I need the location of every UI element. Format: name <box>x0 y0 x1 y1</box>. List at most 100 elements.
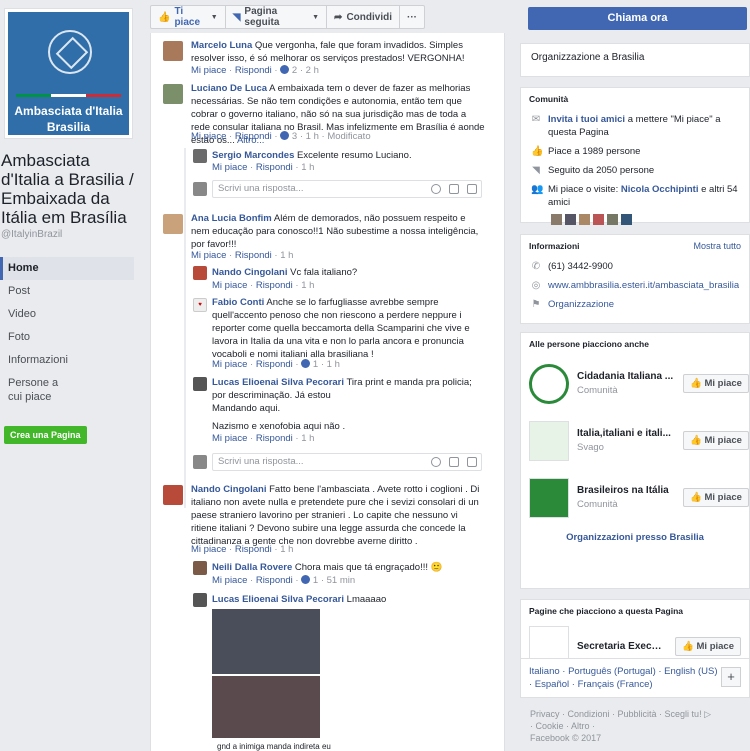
avatar[interactable] <box>163 41 183 61</box>
like-page-button[interactable]: 👍 Mi piace <box>683 488 749 507</box>
organizations-link[interactable]: Organizzazioni presso Brasilia <box>521 526 749 543</box>
reply-link[interactable]: Rispondi <box>235 250 272 261</box>
comment-author[interactable]: Marcelo Luna <box>191 40 252 51</box>
emoji-icon[interactable] <box>431 184 441 194</box>
avatar[interactable] <box>163 84 183 104</box>
like-comment-link[interactable]: Mi piace <box>212 162 247 173</box>
reply-link[interactable]: Rispondi <box>256 433 293 444</box>
italian-flag-stripe <box>16 94 121 97</box>
avatar[interactable] <box>163 485 183 505</box>
reply-input[interactable]: Scrivi una risposta... <box>212 180 482 198</box>
avatar[interactable] <box>193 377 207 391</box>
reply-link[interactable]: Rispondi <box>256 359 293 370</box>
comment-body: Nando Cingolani Vc fala italiano? <box>212 266 482 279</box>
comment-author[interactable]: Ana Lucia Bonfim <box>191 213 272 224</box>
reply-link[interactable]: Rispondi <box>235 131 272 142</box>
more-options-button[interactable]: ··· <box>400 6 424 28</box>
reply-link[interactable]: Rispondi <box>256 162 293 173</box>
comment-text-line: Nazismo e xenofobia aqui não . <box>212 421 346 432</box>
friend-link[interactable]: Nicola Occhipinti <box>621 184 699 195</box>
create-page-button[interactable]: Crea una Pagina <box>4 426 87 444</box>
comment-author[interactable]: Nando Cingolani <box>191 484 266 495</box>
follow-page-button[interactable]: ◥ Pagina seguita ▼ <box>226 6 328 28</box>
camera-icon[interactable] <box>449 457 459 467</box>
suggested-page-name[interactable]: Cidadania Italiana ... <box>577 371 675 382</box>
sticker-icon[interactable] <box>467 457 477 467</box>
like-comment-link[interactable]: Mi piace <box>212 575 247 586</box>
comment-author[interactable]: Sergio Marcondes <box>212 150 294 161</box>
like-comment-link[interactable]: Mi piace <box>191 131 226 142</box>
reply-link[interactable]: Rispondi <box>256 280 293 291</box>
thumbs-up-icon: 👍 <box>158 11 171 23</box>
language-links[interactable]: Italiano · Português (Portugal) · Englis… <box>529 665 741 678</box>
category-link[interactable]: Organizzazione <box>548 298 614 311</box>
footer-links[interactable]: Privacy · Condizioni · Pubblicità · Sceg… <box>530 708 745 720</box>
nav-video[interactable]: Video <box>0 303 134 326</box>
page-thumbnail[interactable] <box>529 477 569 518</box>
language-links-2[interactable]: · Español · Français (France) <box>529 678 741 691</box>
comment-text: Chora mais que tá engraçado!!! 🙂 <box>294 562 443 573</box>
liked-page-name[interactable]: Secretaria Executi... <box>577 641 667 652</box>
page-handle[interactable]: @ItalyinBrazil <box>1 229 62 240</box>
emoji-icon[interactable] <box>431 457 441 467</box>
page-profile-picture[interactable]: Ambasciata d'Italia Brasilia <box>4 8 133 139</box>
like-page-button[interactable]: 👍 Mi piace <box>683 374 749 393</box>
avatar[interactable] <box>193 593 207 607</box>
comment-author[interactable]: Luciano De Luca <box>191 83 267 94</box>
page-title: Ambasciata d'Italia a Brasilia / Embaixa… <box>1 151 134 227</box>
nav-post[interactable]: Post <box>0 280 134 303</box>
comment-body: Lucas Elioenai Silva Pecorari Tira print… <box>212 376 474 402</box>
suggested-page-name[interactable]: Brasileiros na Itália <box>577 485 675 496</box>
suggested-page-name[interactable]: Italia,italiani e itali... <box>577 428 675 439</box>
footer-links-2[interactable]: · Cookie · Altro · <box>530 720 745 732</box>
like-comment-link[interactable]: Mi piace <box>191 544 226 555</box>
comment-author[interactable]: Fabio Conti <box>212 297 264 308</box>
avatar[interactable] <box>163 214 183 234</box>
comment-author[interactable]: Lucas Elioenai Silva Pecorari <box>212 594 344 605</box>
camera-icon[interactable] <box>449 184 459 194</box>
like-comment-link[interactable]: Mi piace <box>212 433 247 444</box>
show-all-link[interactable]: Mostra tutto <box>693 241 741 251</box>
website-link[interactable]: www.ambbrasilia.esteri.it/ambasciata_bra… <box>548 279 739 292</box>
comment-actions: Mi piace · Rispondi · 1 h <box>212 162 315 173</box>
thumbs-up-icon: 👍 <box>690 492 702 503</box>
avatar[interactable] <box>193 149 207 163</box>
comment-author[interactable]: Lucas Elioenai Silva Pecorari <box>212 377 344 388</box>
like-comment-link[interactable]: Mi piace <box>191 250 226 261</box>
reply-link[interactable]: Rispondi <box>235 65 272 76</box>
like-page-button[interactable]: 👍 Mi piace <box>675 636 741 656</box>
caret-down-icon: ▼ <box>312 13 320 21</box>
comment-photo[interactable] <box>212 609 320 674</box>
like-comment-link[interactable]: Mi piace <box>212 359 247 370</box>
nav-informazioni[interactable]: Informazioni <box>0 349 134 372</box>
page-thumbnail[interactable] <box>529 420 569 461</box>
avatar[interactable] <box>193 561 207 575</box>
reply-link[interactable]: Rispondi <box>235 544 272 555</box>
comment-actions: Mi piace · Rispondi · 1 · 51 min <box>212 575 356 586</box>
like-page-button[interactable]: 👍 Mi piace <box>683 431 749 450</box>
nav-home[interactable]: Home <box>0 257 134 280</box>
comment-author[interactable]: Neili Dalla Rovere <box>212 562 292 573</box>
thumbs-up-icon: 👍 <box>531 146 544 157</box>
page-thumbnail[interactable] <box>529 363 569 404</box>
like-comment-link[interactable]: Mi piace <box>212 280 247 291</box>
reply-link[interactable]: Rispondi <box>256 575 293 586</box>
comment-author[interactable]: Nando Cingolani <box>212 267 287 278</box>
liked-by-page-header: Pagine che piacciono a questa Pagina <box>529 606 683 616</box>
reply-input[interactable]: Scrivi una risposta... <box>212 453 482 471</box>
sticker-icon[interactable] <box>467 184 477 194</box>
call-now-button[interactable]: Chiama ora <box>528 7 747 30</box>
add-language-button[interactable]: + <box>721 667 741 687</box>
like-comment-link[interactable]: Mi piace <box>191 65 226 76</box>
share-button[interactable]: ➦ Condividi <box>327 6 400 28</box>
emblem-icon <box>48 30 92 74</box>
like-page-button[interactable]: 👍 Ti piace ▼ <box>151 6 226 28</box>
comment-photo[interactable] <box>212 676 320 738</box>
avatar[interactable] <box>193 266 207 280</box>
nav-foto[interactable]: Foto <box>0 326 134 349</box>
avatar[interactable]: ♥ <box>193 298 207 312</box>
comment-text: Excelente resumo Luciano. <box>297 150 412 161</box>
nav-persone[interactable]: Persone a cui piace <box>0 372 70 408</box>
likes-count: Piace a 1989 persone <box>548 146 641 157</box>
invite-friends-link[interactable]: Invita i tuoi amici <box>548 114 625 125</box>
